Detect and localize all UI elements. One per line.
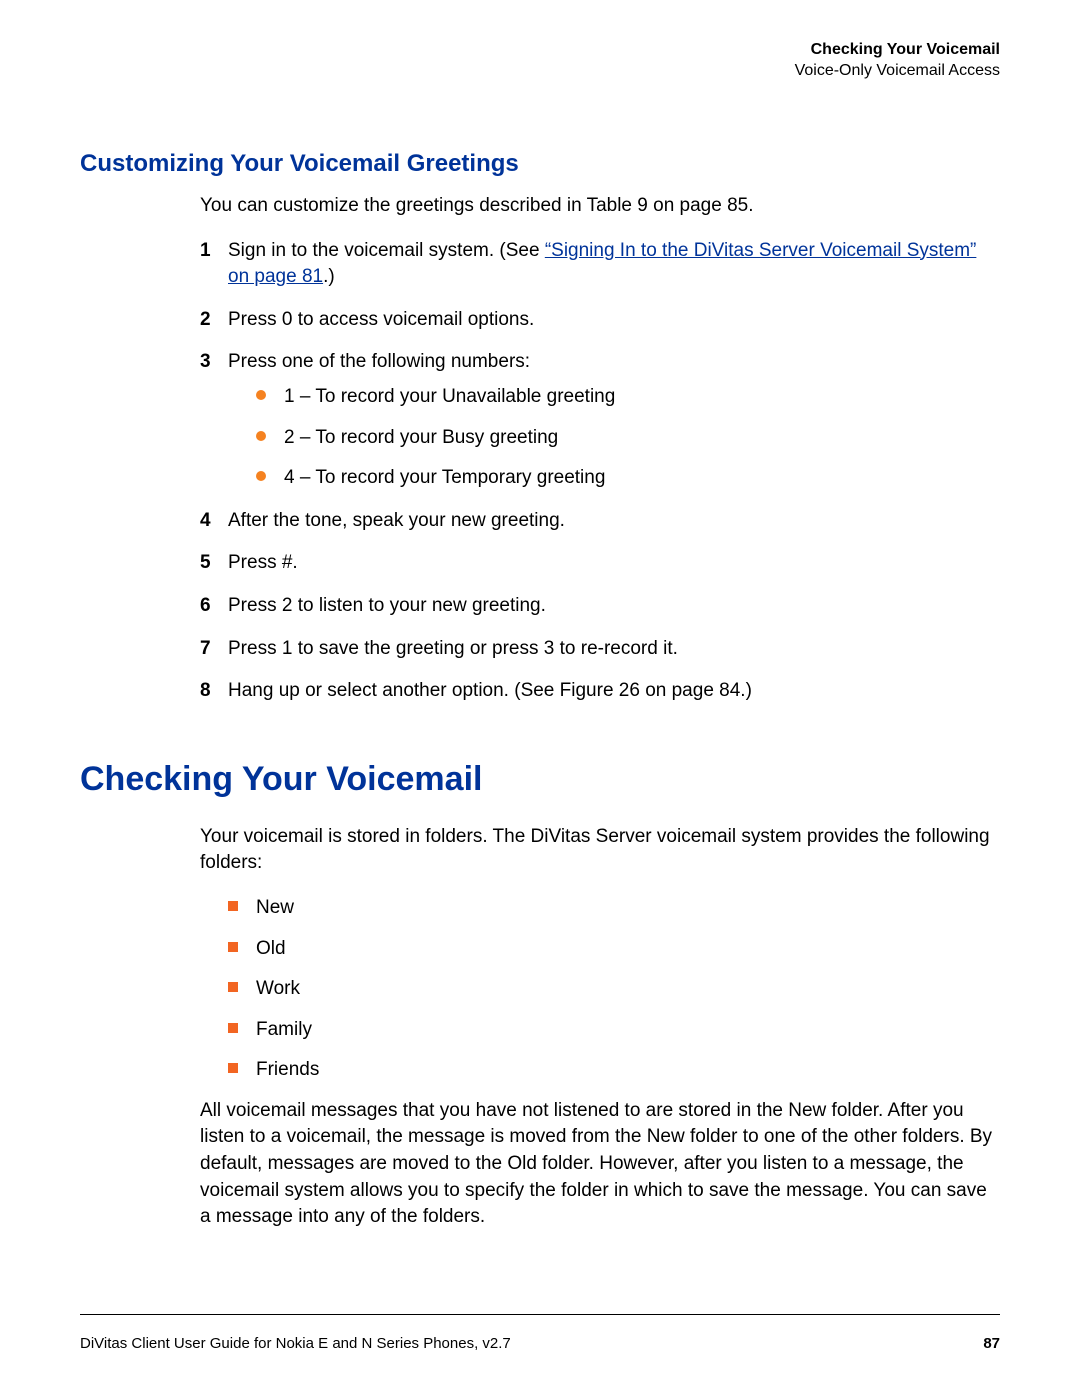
step-5: Press #. [200,550,1000,577]
footer-left: DiVitas Client User Guide for Nokia E an… [80,1335,511,1352]
intro-para: You can customize the greetings describe… [200,193,1000,220]
section-heading-customizing: Customizing Your Voicemail Greetings [80,150,1000,178]
list-item: 1 – To record your Unavailable greeting [256,384,1000,411]
step-8: Hang up or select another option. (See F… [200,678,1000,705]
step-2: Press 0 to access voicemail options. [200,307,1000,334]
step1-post: .) [323,266,335,287]
footer: DiVitas Client User Guide for Nokia E an… [80,1314,1000,1352]
list-item: Friends [228,1057,1000,1084]
list-item: Old [228,936,1000,963]
list-item: New [228,895,1000,922]
list-item: Family [228,1017,1000,1044]
step-3: Press one of the following numbers: 1 – … [200,349,1000,491]
footer-page-number: 87 [983,1335,1000,1352]
section2-body: Your voicemail is stored in folders. The… [200,824,1000,1231]
running-header: Checking Your Voicemail Voice-Only Voice… [795,40,1000,82]
step3-sublist: 1 – To record your Unavailable greeting … [256,384,1000,492]
step-1: Sign in to the voicemail system. (See “S… [200,238,1000,291]
step3-text: Press one of the following numbers: [228,351,530,372]
list-item: 4 – To record your Temporary greeting [256,465,1000,492]
section1-body: You can customize the greetings describe… [200,193,1000,705]
section2-para2: All voicemail messages that you have not… [200,1098,1000,1231]
header-title: Checking Your Voicemail [795,40,1000,61]
section2-para1: Your voicemail is stored in folders. The… [200,824,1000,877]
folders-list: New Old Work Family Friends [228,895,1000,1084]
step-4: After the tone, speak your new greeting. [200,508,1000,535]
header-subtitle: Voice-Only Voicemail Access [795,61,1000,82]
content: Customizing Your Voicemail Greetings You… [80,40,1000,1231]
footer-rule [80,1314,1000,1315]
step1-pre: Sign in to the voicemail system. (See [228,240,545,261]
numbered-steps: Sign in to the voicemail system. (See “S… [200,238,1000,705]
step-7: Press 1 to save the greeting or press 3 … [200,636,1000,663]
step-6: Press 2 to listen to your new greeting. [200,593,1000,620]
list-item: Work [228,976,1000,1003]
page: Checking Your Voicemail Voice-Only Voice… [0,0,1080,1397]
section-heading-checking: Checking Your Voicemail [80,760,1000,799]
list-item: 2 – To record your Busy greeting [256,425,1000,452]
